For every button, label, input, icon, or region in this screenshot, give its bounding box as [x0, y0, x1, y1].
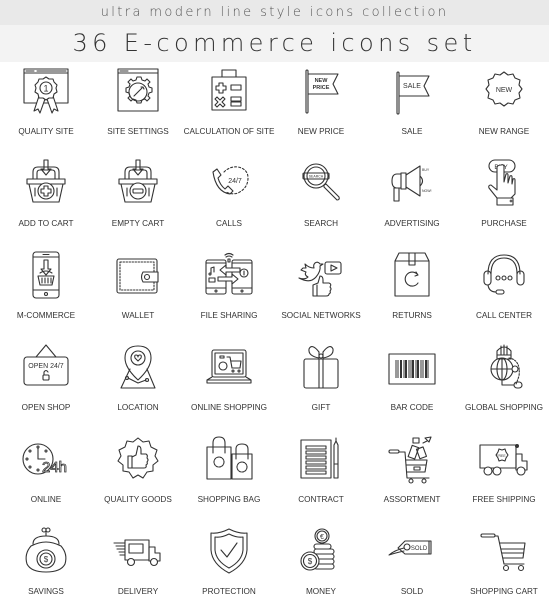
icon-tile-location: LOCATION	[92, 338, 184, 428]
open-sign-icon: OPEN 24/7	[21, 342, 71, 392]
social-bird-play-like-icon	[296, 250, 346, 300]
hand-buy-button-icon: BUY	[479, 158, 529, 208]
basket-plus-icon	[21, 158, 71, 208]
phone-24-7-icon: 24/7	[204, 158, 254, 208]
megaphone-icon: BUY NOW!	[387, 158, 432, 208]
icon-tile-wallet: WALLET	[92, 246, 184, 336]
icon-tile-add-to-cart: ADD TO CART	[0, 154, 92, 244]
calculator-bag-icon	[204, 66, 254, 116]
svg-text:OPEN 24/7: OPEN 24/7	[28, 363, 64, 370]
svg-text:SALE: SALE	[403, 83, 421, 90]
icon-label: CALL CENTER	[475, 311, 533, 320]
svg-text:FREE: FREE	[496, 454, 506, 458]
svg-text:SEARCH: SEARCH	[309, 175, 324, 179]
shield-check-icon	[204, 526, 254, 576]
svg-text:24/7: 24/7	[228, 178, 242, 185]
icon-tile-quality-goods: QUALITY GOODS	[92, 430, 184, 520]
document-pen-icon	[296, 434, 346, 484]
award-ribbon-browser-icon: 1	[21, 66, 71, 116]
icon-tile-quality-site: 1 QUALITY SITE	[0, 62, 92, 152]
barcode-icon	[387, 342, 437, 392]
icon-label: SHOPPING CART	[470, 587, 538, 596]
svg-text:NOW!: NOW!	[422, 189, 432, 193]
speeding-truck-icon	[113, 526, 163, 576]
icon-tile-contract: CONTRACT	[275, 430, 367, 520]
svg-text:24h: 24h	[42, 459, 67, 476]
icon-label: PURCHASE	[481, 219, 527, 228]
box-return-icon	[387, 250, 437, 300]
gift-box-icon	[296, 342, 346, 392]
icon-tile-calculation-of-site: CALCULATION OF SITE	[183, 62, 275, 152]
globe-shop-icon	[479, 342, 529, 392]
svg-text:PRICE: PRICE	[313, 85, 330, 91]
basket-minus-icon	[113, 158, 163, 208]
laptop-cart-icon	[204, 342, 254, 392]
icon-label: GLOBAL SHOPPING	[465, 403, 543, 412]
cart-products-icon	[387, 434, 437, 484]
header-subtitle-bar: ultra modern line style icons collection	[0, 0, 549, 25]
icon-tile-money: € $ MONEY	[275, 522, 367, 612]
icon-tile-sold: SOLD SOLD	[366, 522, 458, 612]
icon-tile-savings: $ SAVINGS	[0, 522, 92, 612]
wallet-icon	[113, 250, 163, 300]
svg-text:SOLD: SOLD	[411, 546, 428, 552]
svg-text:$: $	[44, 555, 49, 564]
subtitle: ultra modern line style icons collection	[100, 5, 449, 20]
icon-tile-shopping-bag: SHOPPING BAG	[183, 430, 275, 520]
icon-label: NEW RANGE	[478, 127, 530, 136]
icon-tile-sale: SALE SALE	[366, 62, 458, 152]
icon-tile-protection: PROTECTION	[183, 522, 275, 612]
purse-dollar-icon: $	[21, 526, 71, 576]
svg-text:NEW: NEW	[496, 87, 513, 94]
sold-tag-icon: SOLD	[387, 526, 437, 576]
svg-text:BUY: BUY	[422, 168, 430, 172]
icon-tile-shopping-cart: SHOPPING CART	[458, 522, 549, 612]
headset-icon	[479, 250, 529, 300]
icon-tile-social-networks: SOCIAL NETWORKS	[275, 246, 367, 336]
header-title-bar: 36 E-commerce icons set	[0, 25, 549, 62]
icon-tile-global-shopping: GLOBAL SHOPPING	[458, 338, 549, 428]
icon-tile-free-shipping: FREE FREE SHIPPING	[458, 430, 549, 520]
icon-tile-returns: RETURNS	[366, 246, 458, 336]
icon-tile-advertising: BUY NOW! ADVERTISING	[366, 154, 458, 244]
icon-tile-open-shop: OPEN 24/7 OPEN SHOP	[0, 338, 92, 428]
starburst-badge-icon: NEW	[479, 66, 529, 116]
icon-tile-assortment: ASSORTMENT	[366, 430, 458, 520]
icon-tile-file-sharing: FILE SHARING	[183, 246, 275, 336]
icon-tile-online-shopping: ONLINE SHOPPING	[183, 338, 275, 428]
icon-tile-m-commerce: M-COMMERCE	[0, 246, 92, 336]
icon-tile-online: 24h ONLINE	[0, 430, 92, 520]
icon-label: FREE SHIPPING	[472, 495, 536, 504]
svg-text:NEW: NEW	[315, 78, 329, 84]
magnifier-icon: SEARCH	[296, 158, 346, 208]
thumbs-up-badge-icon	[113, 434, 163, 484]
icon-tile-empty-cart: EMPTY CART	[92, 154, 184, 244]
shopping-cart-icon	[479, 526, 529, 576]
icon-tile-new-range: NEW NEW RANGE	[458, 62, 549, 152]
shopping-bags-icon	[204, 434, 254, 484]
svg-text:1: 1	[43, 84, 48, 94]
smartphone-basket-icon	[21, 250, 71, 300]
icon-tile-gift: GIFT	[275, 338, 367, 428]
page-title: 36 E-commerce icons set	[72, 29, 477, 57]
coins-stack-icon: € $	[296, 526, 346, 576]
gear-wrench-browser-icon	[113, 66, 163, 116]
svg-text:$: $	[308, 557, 313, 566]
map-pin-heart-icon	[113, 342, 163, 392]
icon-tile-call-center: CALL CENTER	[458, 246, 549, 336]
flag-icon: SALE	[387, 66, 437, 116]
icon-tile-delivery: DELIVERY	[92, 522, 184, 612]
icon-tile-new-price: NEW PRICE NEW PRICE	[275, 62, 367, 152]
truck-free-icon: FREE	[479, 444, 529, 484]
icon-tile-calls: 24/7 CALLS	[183, 154, 275, 244]
icon-tile-site-settings: SITE SETTINGS	[92, 62, 184, 152]
icon-tile-purchase: BUY PURCHASE	[458, 154, 549, 244]
clock-24h-icon: 24h	[21, 434, 67, 476]
icon-tile-search: SEARCH SEARCH	[275, 154, 367, 244]
flag-icon: NEW PRICE	[296, 66, 346, 116]
icon-tile-bar-code: BAR CODE	[366, 338, 458, 428]
phones-exchange-icon	[204, 250, 254, 300]
svg-text:€: €	[320, 534, 324, 541]
